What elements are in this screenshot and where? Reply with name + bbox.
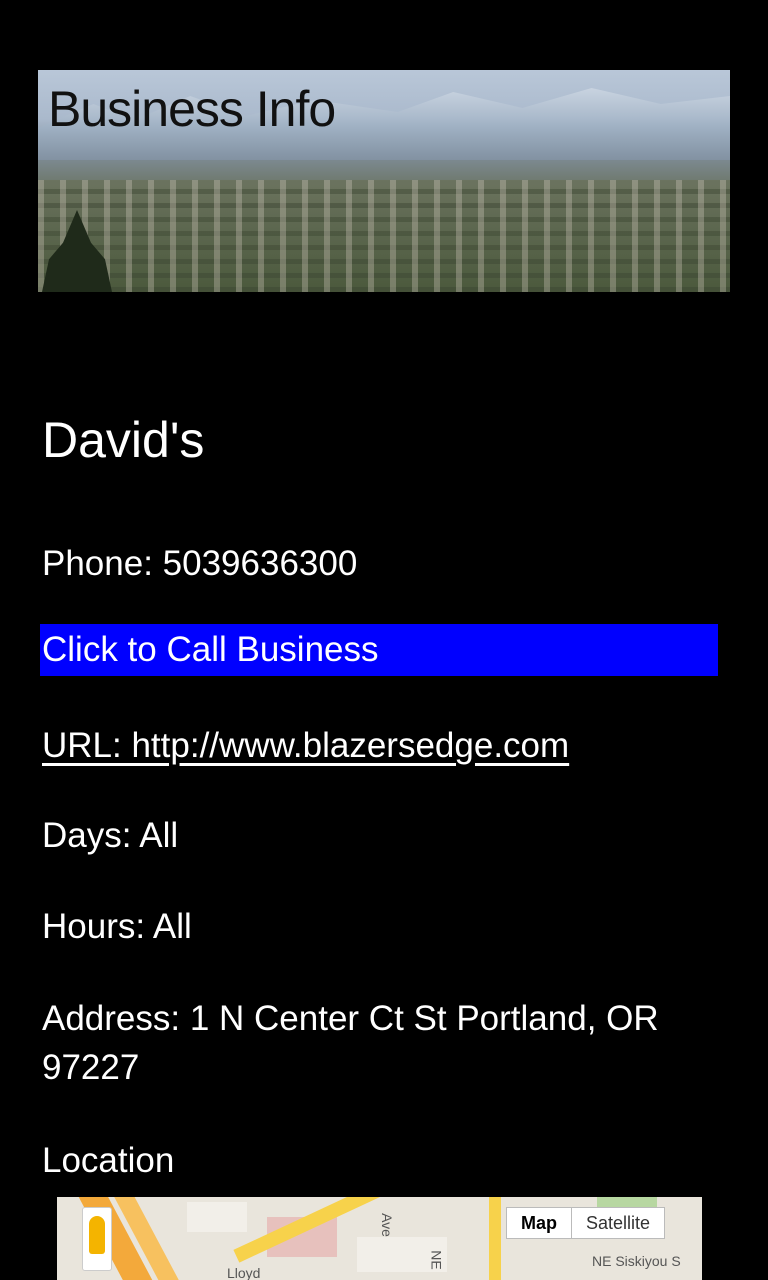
map-street-label: Ave [378,1213,395,1237]
map-road [489,1197,501,1280]
address-text: Address: 1 N Center Ct St Portland, OR 9… [42,999,659,1087]
phone-text: Phone: 5039636300 [42,544,358,583]
page-title: Business Info [48,81,336,137]
days-text: Days: All [42,816,179,855]
location-label: Location [42,1141,175,1180]
map-street-label: NE Siskiyou S [592,1253,681,1269]
website-link[interactable]: URL: http://www.blazersedge.com [42,721,569,770]
satellite-view-button[interactable]: Satellite [572,1208,664,1238]
call-business-button[interactable]: Click to Call Business [40,624,718,676]
pegman-icon[interactable] [82,1207,112,1271]
map-block [187,1202,247,1232]
map-street-label: Lloyd [227,1265,261,1280]
map-park [597,1197,657,1207]
hours-text: Hours: All [42,907,192,946]
pegman-figure [89,1216,105,1254]
map-type-control[interactable]: Map Satellite [506,1207,666,1239]
business-name: David's [42,412,205,468]
town-graphic [38,180,730,292]
map-street-label: NE [428,1250,445,1270]
location-map[interactable]: Ave NE Lloyd NE Siskiyou S Map Satellite [57,1197,702,1280]
map-view-button[interactable]: Map [507,1208,572,1238]
